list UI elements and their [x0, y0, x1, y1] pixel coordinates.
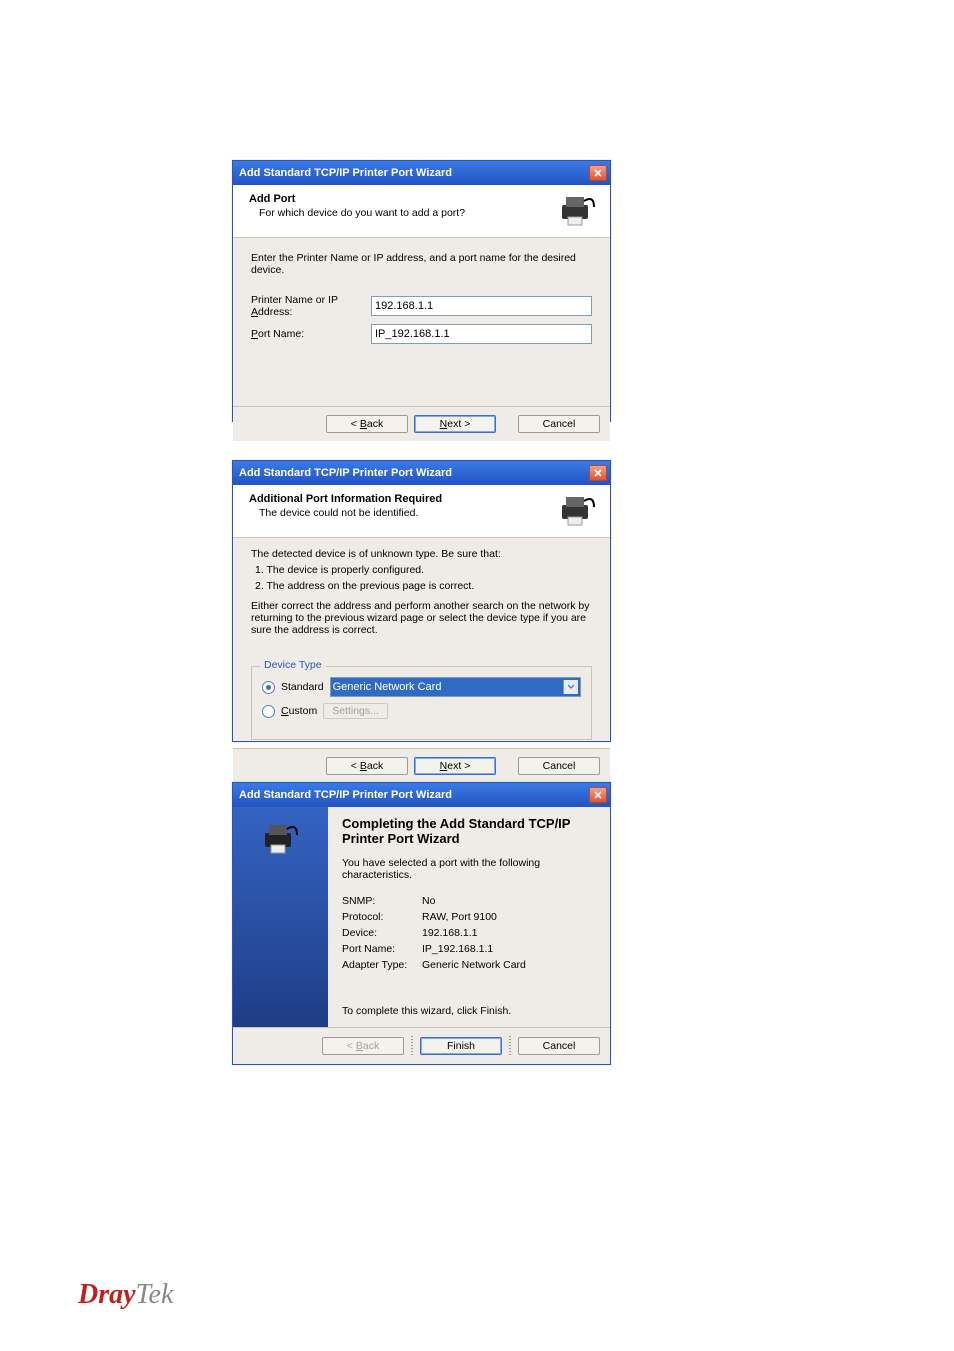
- button-separator: [509, 1036, 511, 1056]
- device-type-dropdown[interactable]: Generic Network Card: [330, 677, 581, 697]
- kv-adapter-value: Generic Network Card: [422, 959, 526, 971]
- instruction-text: Enter the Printer Name or IP address, an…: [251, 252, 592, 276]
- printer-icon: [261, 821, 301, 857]
- radio-custom-label: Custom: [281, 705, 317, 717]
- wizard-dialog-add-port: Add Standard TCP/IP Printer Port Wizard …: [232, 160, 611, 422]
- printer-address-input[interactable]: [371, 296, 592, 316]
- next-button[interactable]: Next >: [414, 757, 496, 775]
- kv-device-value: 192.168.1.1: [422, 927, 477, 939]
- back-button[interactable]: < Back: [326, 415, 408, 433]
- header-subtitle: For which device do you want to add a po…: [259, 207, 465, 219]
- printer-address-label: Printer Name or IP Address:: [251, 294, 371, 318]
- dropdown-value: Generic Network Card: [333, 681, 442, 693]
- settings-button: Settings...: [323, 703, 388, 719]
- kv-device-key: Device:: [342, 927, 422, 939]
- kv-portname-value: IP_192.168.1.1: [422, 943, 493, 955]
- cancel-button[interactable]: Cancel: [518, 757, 600, 775]
- back-button[interactable]: < Back: [326, 757, 408, 775]
- kv-snmp-value: No: [422, 895, 435, 907]
- kv-protocol-value: RAW, Port 9100: [422, 911, 497, 923]
- wizard-body: The detected device is of unknown type. …: [233, 538, 610, 748]
- completing-subtitle: You have selected a port with the follow…: [342, 857, 596, 881]
- radio-standard-label: Standard: [281, 681, 324, 693]
- completing-instruction: To complete this wizard, click Finish.: [342, 1005, 596, 1017]
- logo-dray: Dray: [78, 1279, 136, 1310]
- wizard-dialog-completing: Add Standard TCP/IP Printer Port Wizard …: [232, 782, 611, 1065]
- wizard-button-row: < Back Finish Cancel: [233, 1027, 610, 1064]
- back-button: < Back: [322, 1037, 404, 1055]
- detect-line4: Either correct the address and perform a…: [251, 600, 592, 636]
- detect-line1: The detected device is of unknown type. …: [251, 548, 592, 560]
- wizard-button-row: < Back Next > Cancel: [233, 406, 610, 441]
- radio-custom[interactable]: [262, 705, 275, 718]
- kv-snmp-key: SNMP:: [342, 895, 422, 907]
- titlebar[interactable]: Add Standard TCP/IP Printer Port Wizard: [233, 783, 610, 807]
- kv-portname-key: Port Name:: [342, 943, 422, 955]
- printer-icon: [558, 193, 598, 229]
- completing-title: Completing the Add Standard TCP/IP Print…: [342, 817, 596, 847]
- wizard-dialog-additional-info: Add Standard TCP/IP Printer Port Wizard …: [232, 460, 611, 742]
- printer-icon: [558, 493, 598, 529]
- detect-line3: 2. The address on the previous page is c…: [255, 580, 592, 592]
- titlebar-text: Add Standard TCP/IP Printer Port Wizard: [239, 789, 452, 801]
- kv-adapter-key: Adapter Type:: [342, 959, 422, 971]
- logo-tek: Tek: [136, 1279, 174, 1310]
- next-button[interactable]: Next >: [414, 415, 496, 433]
- titlebar[interactable]: Add Standard TCP/IP Printer Port Wizard: [233, 461, 610, 485]
- close-icon[interactable]: [589, 787, 607, 803]
- titlebar[interactable]: Add Standard TCP/IP Printer Port Wizard: [233, 161, 610, 185]
- chevron-down-icon: [563, 680, 578, 694]
- wizard-button-row: < Back Next > Cancel: [233, 748, 610, 783]
- device-type-group: Device Type Standard Generic Network Car…: [251, 666, 592, 740]
- radio-standard[interactable]: [262, 681, 275, 694]
- finish-button[interactable]: Finish: [420, 1037, 502, 1055]
- button-separator: [411, 1036, 413, 1056]
- header-subtitle: The device could not be identified.: [259, 507, 442, 519]
- wizard-body: Completing the Add Standard TCP/IP Print…: [233, 807, 610, 1027]
- titlebar-text: Add Standard TCP/IP Printer Port Wizard: [239, 467, 452, 479]
- wizard-side-banner: [233, 807, 328, 1027]
- wizard-header: Additional Port Information Required The…: [233, 485, 610, 538]
- wizard-header: Add Port For which device do you want to…: [233, 185, 610, 238]
- header-title: Additional Port Information Required: [249, 493, 442, 505]
- cancel-button[interactable]: Cancel: [518, 1037, 600, 1055]
- wizard-body: Enter the Printer Name or IP address, an…: [233, 238, 610, 406]
- titlebar-text: Add Standard TCP/IP Printer Port Wizard: [239, 167, 452, 179]
- kv-protocol-key: Protocol:: [342, 911, 422, 923]
- port-name-label: Port Name:: [251, 328, 371, 340]
- header-title: Add Port: [249, 193, 465, 205]
- close-icon[interactable]: [589, 465, 607, 481]
- cancel-button[interactable]: Cancel: [518, 415, 600, 433]
- detect-line2: 1. The device is properly configured.: [255, 564, 592, 576]
- draytek-logo: DrayTek: [78, 1279, 173, 1311]
- port-name-input[interactable]: [371, 324, 592, 344]
- close-icon[interactable]: [589, 165, 607, 181]
- device-type-legend: Device Type: [260, 659, 326, 671]
